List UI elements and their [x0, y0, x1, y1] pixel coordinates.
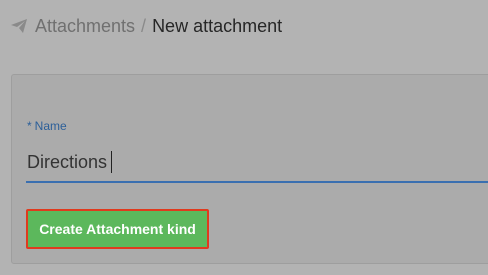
- text-cursor: [111, 151, 112, 173]
- name-field-label: * Name: [27, 119, 67, 133]
- required-marker: *: [27, 119, 32, 133]
- breadcrumb: Attachments / New attachment: [0, 0, 488, 52]
- paper-plane-icon: [11, 19, 27, 33]
- name-input[interactable]: [26, 143, 488, 183]
- create-attachment-kind-button[interactable]: Create Attachment kind: [26, 209, 209, 249]
- breadcrumb-attachments-link[interactable]: Attachments: [35, 16, 135, 37]
- breadcrumb-separator: /: [141, 15, 147, 36]
- form-panel: *Name Create Attachment kind: [11, 74, 488, 264]
- name-label-text: Name: [34, 119, 67, 133]
- page-title: New attachment: [152, 15, 283, 36]
